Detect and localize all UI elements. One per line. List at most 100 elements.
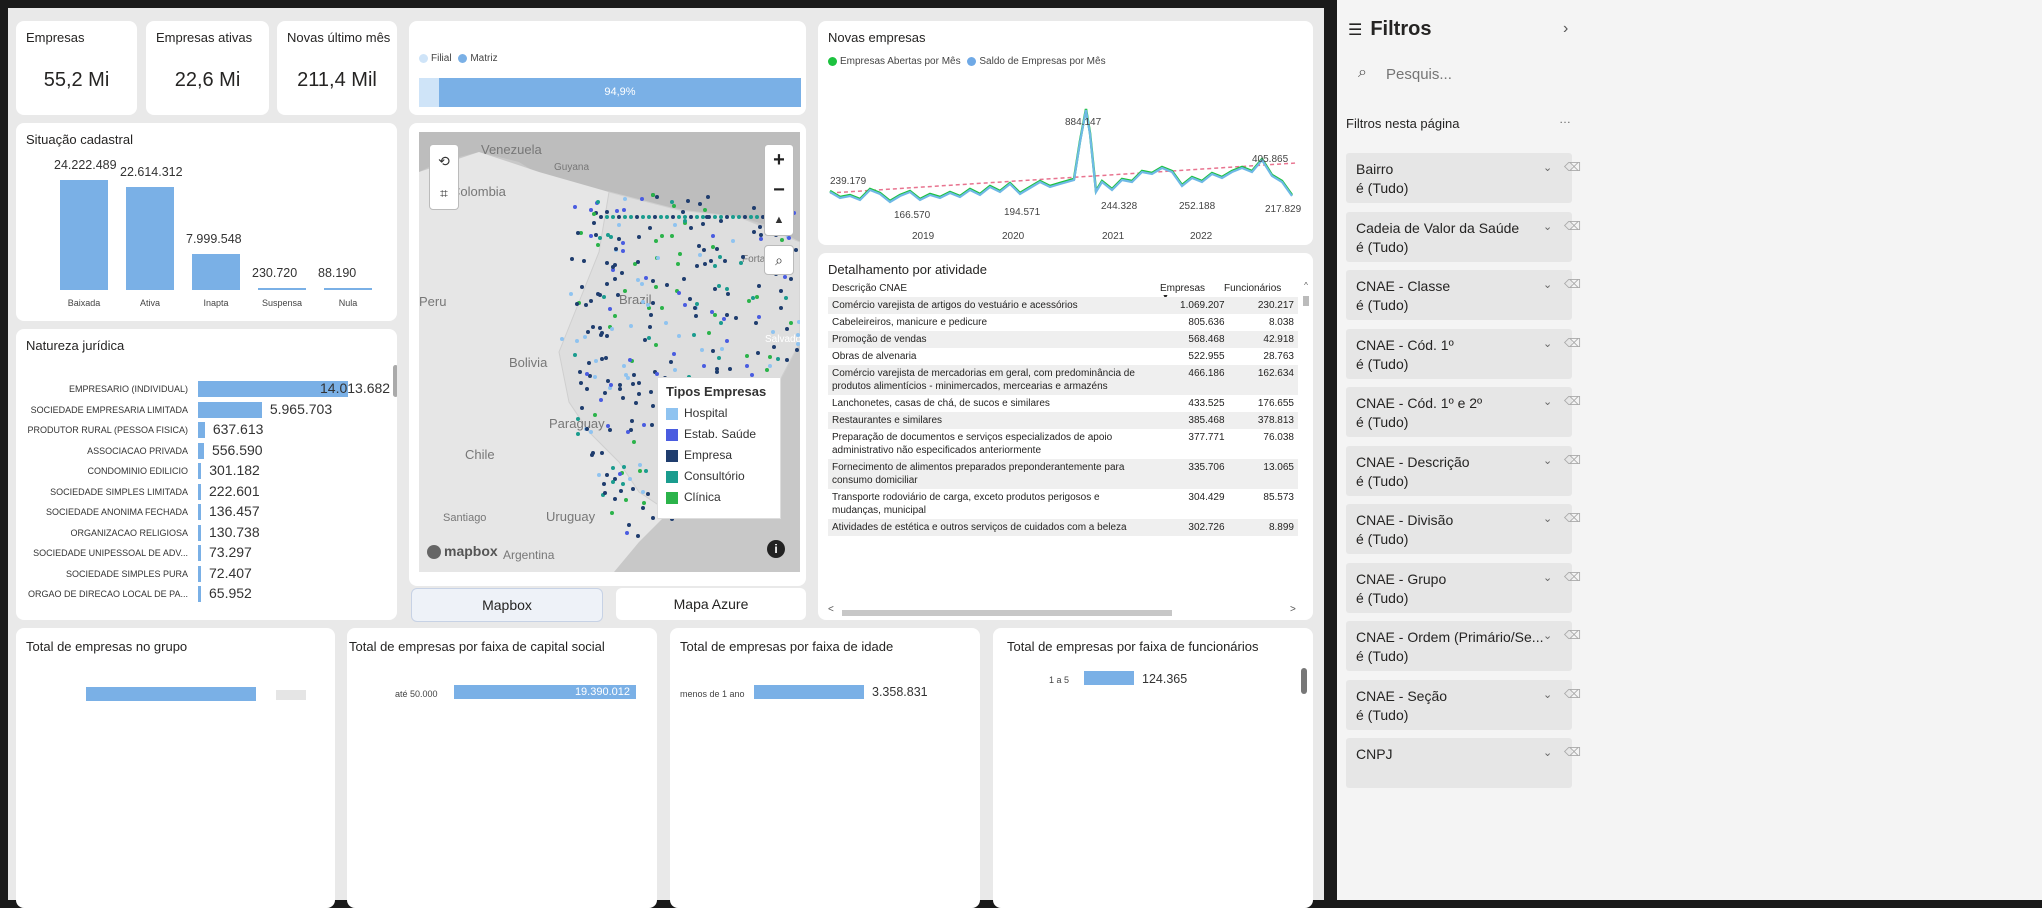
filter-card[interactable]: CNAE - Classe é (Tudo) ⌄ ⌫ xyxy=(1346,270,1581,320)
map-point[interactable] xyxy=(784,326,789,331)
map-point[interactable] xyxy=(577,370,582,375)
map-point[interactable] xyxy=(698,202,703,207)
map-point[interactable] xyxy=(660,306,665,311)
eraser-icon[interactable]: ⌫ xyxy=(1564,511,1581,525)
map-point[interactable] xyxy=(796,332,800,337)
map-point[interactable] xyxy=(605,473,610,478)
map-point[interactable] xyxy=(737,215,741,219)
filter-card[interactable]: CNAE - Cód. 1º e 2º é (Tudo) ⌄ ⌫ xyxy=(1346,387,1581,437)
vertical-scrollbar[interactable]: ^ xyxy=(1302,281,1310,611)
map-point[interactable] xyxy=(693,313,698,318)
map-point[interactable] xyxy=(601,481,606,486)
map-point[interactable] xyxy=(795,347,800,352)
map-point[interactable] xyxy=(629,324,634,329)
map-point[interactable] xyxy=(655,194,660,199)
map-point[interactable] xyxy=(654,343,659,348)
map-point[interactable] xyxy=(677,333,682,338)
map-point[interactable] xyxy=(598,292,603,297)
map-point[interactable] xyxy=(740,254,745,259)
chevron-down-icon[interactable]: ⌄ xyxy=(1543,395,1552,408)
map-point[interactable] xyxy=(745,364,750,369)
map-point[interactable] xyxy=(673,368,678,372)
map-point[interactable] xyxy=(602,390,607,395)
map-point[interactable] xyxy=(637,469,642,474)
map-point[interactable] xyxy=(795,342,800,347)
map-search-icon[interactable]: ⌕ xyxy=(764,245,794,275)
map-legend-item[interactable]: Clínica xyxy=(666,490,756,511)
map-point[interactable] xyxy=(717,355,722,360)
map-point[interactable] xyxy=(602,491,607,496)
map-point[interactable] xyxy=(757,283,762,288)
idade-bar[interactable] xyxy=(754,685,864,699)
map-point[interactable] xyxy=(650,422,654,427)
map-point[interactable] xyxy=(621,364,626,369)
map-point[interactable] xyxy=(580,284,585,289)
filter-card[interactable]: CNAE - Grupo é (Tudo) ⌄ ⌫ xyxy=(1346,562,1581,613)
scroll-up-icon[interactable]: ^ xyxy=(1302,281,1310,290)
map-point[interactable] xyxy=(710,244,715,249)
situacao-bar[interactable] xyxy=(258,288,306,290)
map-point[interactable] xyxy=(628,476,633,481)
kpi-card-empresas[interactable]: Empresas 55,2 Mi xyxy=(16,21,137,115)
chevron-down-icon[interactable]: ⌄ xyxy=(1543,161,1552,174)
map-point[interactable] xyxy=(598,332,603,337)
map-point[interactable] xyxy=(688,226,693,231)
column-header-empresas[interactable]: Empresas xyxy=(1160,283,1205,294)
filial-matriz-card[interactable]: Filial Matriz 94,9% xyxy=(409,21,806,115)
map-point[interactable] xyxy=(719,219,724,224)
map-point[interactable] xyxy=(651,404,656,409)
map-point[interactable] xyxy=(637,391,642,396)
map-point[interactable] xyxy=(601,294,606,299)
map-point[interactable] xyxy=(626,375,631,380)
map-point[interactable] xyxy=(649,389,654,394)
map-point[interactable] xyxy=(646,336,651,341)
map-point[interactable] xyxy=(597,325,602,330)
map-point[interactable] xyxy=(621,207,626,212)
map-point[interactable] xyxy=(756,314,761,319)
map-point[interactable] xyxy=(572,205,577,210)
map-point[interactable] xyxy=(648,313,653,318)
map-point[interactable] xyxy=(575,231,580,236)
table-row[interactable]: Fornecimento de alimentos preparados pre… xyxy=(828,459,1298,489)
chevron-down-icon[interactable]: ⌄ xyxy=(1543,512,1552,525)
map-point[interactable] xyxy=(783,296,788,301)
chevron-down-icon[interactable]: ⌄ xyxy=(1543,688,1552,701)
map-point[interactable] xyxy=(796,319,800,324)
chevron-down-icon[interactable]: ⌄ xyxy=(1543,278,1552,291)
eraser-icon[interactable]: ⌫ xyxy=(1564,219,1581,233)
map-point[interactable] xyxy=(702,364,707,368)
map-point[interactable] xyxy=(613,262,618,267)
map-point[interactable] xyxy=(604,209,609,214)
mapa-azure-button[interactable]: Mapa Azure xyxy=(616,588,806,620)
map-point[interactable] xyxy=(788,321,793,326)
map-point[interactable] xyxy=(713,215,717,219)
filter-card[interactable]: CNAE - Cód. 1º é (Tudo) ⌄ ⌫ xyxy=(1346,328,1581,379)
map-point[interactable] xyxy=(614,208,619,213)
zoom-out-icon[interactable]: − xyxy=(765,175,793,205)
map-point[interactable] xyxy=(632,439,637,444)
map-point[interactable] xyxy=(623,197,628,202)
map-point[interactable] xyxy=(578,381,583,386)
map-point[interactable] xyxy=(617,215,621,219)
map-point[interactable] xyxy=(738,260,743,265)
map-point[interactable] xyxy=(784,358,789,363)
map-point[interactable] xyxy=(570,256,575,261)
map-point[interactable] xyxy=(592,375,597,380)
filter-card[interactable]: CNAE - Ordem (Primário/Se... é (Tudo) ⌄ ⌫ xyxy=(1346,621,1581,671)
map-point[interactable] xyxy=(613,313,618,318)
situacao-bar[interactable] xyxy=(60,180,108,290)
map-point[interactable] xyxy=(617,222,622,227)
map-point[interactable] xyxy=(656,255,661,260)
map-point[interactable] xyxy=(638,462,643,467)
map-point[interactable] xyxy=(631,486,635,491)
map-point[interactable] xyxy=(621,395,625,400)
map-point[interactable] xyxy=(599,357,604,362)
map-point[interactable] xyxy=(681,276,686,281)
map-point[interactable] xyxy=(718,320,723,325)
map-point[interactable] xyxy=(697,243,702,248)
map-point[interactable] xyxy=(718,254,723,259)
chevron-down-icon[interactable]: ⌄ xyxy=(1543,454,1552,467)
map-point[interactable] xyxy=(593,233,598,238)
map-point[interactable] xyxy=(642,338,647,343)
map-point[interactable] xyxy=(604,355,609,360)
